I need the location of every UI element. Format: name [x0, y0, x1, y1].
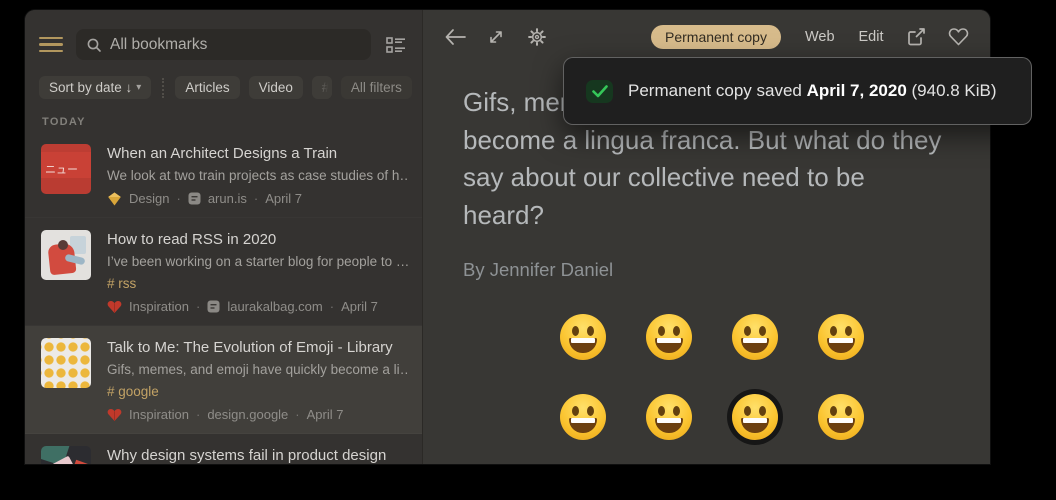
bookmark-item-train[interactable]: ニュー When an Architect Designs a Train We…	[25, 132, 422, 218]
permanent-copy-button[interactable]: Permanent copy	[651, 25, 781, 49]
bookmark-date: April 7	[307, 407, 344, 422]
filter-divider	[162, 78, 164, 98]
site-name: design.google	[207, 407, 288, 422]
bookmark-item-emoji-selected[interactable]: Talk to Me: The Evolution of Emoji - Lib…	[25, 326, 422, 434]
search-input[interactable]	[110, 36, 361, 54]
filter-chip-articles[interactable]: Articles	[175, 76, 239, 99]
filter-chip-no-tags[interactable]: # No tags	[312, 76, 332, 99]
emoji-grinning-face	[732, 314, 778, 360]
bookmark-meta: Inspiration · design.google · April 7	[107, 407, 408, 422]
emoji-grinning-face-dark	[732, 394, 778, 440]
page-icon	[188, 192, 201, 205]
article-byline: By Jennifer Daniel	[463, 259, 950, 281]
hamburger-menu-icon[interactable]	[39, 33, 63, 57]
sort-label: Sort by date ↓	[49, 80, 132, 95]
open-external-icon[interactable]	[904, 25, 928, 49]
bookmark-meta: Design · arun.is · April 7	[107, 191, 408, 206]
sidebar: Sort by date ↓ ▾ Articles Video # No tag…	[25, 10, 423, 464]
bookmark-title: Why design systems fail in product desig…	[107, 447, 408, 464]
bookmark-thumbnail	[41, 446, 91, 464]
toast-notification: Permanent copy saved April 7, 2020 (940.…	[563, 57, 1032, 125]
bookmark-description: I’ve been working on a starter blog for …	[107, 254, 408, 269]
bookmark-title: When an Architect Designs a Train	[107, 145, 408, 162]
sidebar-topbar	[25, 10, 422, 72]
bookmark-thumbnail	[41, 338, 91, 388]
bookmark-tag[interactable]: # google	[107, 384, 408, 399]
settings-gear-icon[interactable]	[525, 25, 549, 49]
bookmark-date: April 7	[341, 299, 378, 314]
filter-chip-video[interactable]: Video	[249, 76, 303, 99]
toast-message: Permanent copy saved April 7, 2020 (940.…	[628, 81, 997, 101]
toast-date: April 7, 2020	[807, 81, 907, 100]
article-toolbar: Permanent copy Web Edit	[423, 10, 990, 63]
search-icon	[86, 37, 102, 53]
collection-heart-icon	[107, 300, 122, 314]
emoji-grinning-face	[818, 394, 864, 440]
collection-name: Inspiration	[129, 299, 189, 314]
collection-name: Inspiration	[129, 407, 189, 422]
list-view-toggle-icon[interactable]	[384, 33, 408, 57]
bookmark-thumbnail: ニュー	[41, 144, 91, 194]
all-filters-button[interactable]: All filters	[341, 76, 412, 99]
emoji-grinning-face	[646, 314, 692, 360]
section-label-today: TODAY	[25, 101, 422, 132]
thumbnail-text: ニュー	[45, 161, 78, 177]
expand-icon[interactable]	[484, 25, 508, 49]
emoji-grinning-face	[818, 314, 864, 360]
edit-button[interactable]: Edit	[859, 29, 884, 45]
bookmark-tag[interactable]: # rss	[107, 276, 408, 291]
page-icon	[207, 300, 220, 313]
search-box[interactable]	[76, 29, 371, 60]
filter-bar: Sort by date ↓ ▾ Articles Video # No tag…	[25, 72, 422, 101]
success-check-icon	[586, 80, 613, 103]
collection-name: Design	[129, 191, 169, 206]
emoji-grinning-face	[560, 394, 606, 440]
emoji-image-grid	[560, 314, 864, 440]
site-name: laurakalbag.com	[227, 299, 322, 314]
web-button[interactable]: Web	[805, 29, 835, 45]
bookmark-thumbnail	[41, 230, 91, 280]
bookmark-date: April 7	[265, 191, 302, 206]
chevron-down-icon: ▾	[136, 82, 141, 93]
bookmark-item-rss[interactable]: How to read RSS in 2020 I’ve been workin…	[25, 218, 422, 326]
collection-diamond-icon	[107, 192, 122, 206]
bookmark-title: Talk to Me: The Evolution of Emoji - Lib…	[107, 339, 408, 356]
favorite-heart-icon[interactable]	[946, 25, 970, 49]
emoji-grinning-face	[560, 314, 606, 360]
bookmark-item-design-systems[interactable]: Why design systems fail in product desig…	[25, 434, 422, 464]
toast-size: (940.8 KiB)	[907, 81, 997, 100]
back-icon[interactable]	[443, 25, 467, 49]
bookmark-description: Gifs, memes, and emoji have quickly beco…	[107, 362, 408, 377]
bookmark-meta: Inspiration · laurakalbag.com · April 7	[107, 299, 408, 314]
bookmark-title: How to read RSS in 2020	[107, 231, 408, 248]
emoji-grinning-face	[646, 394, 692, 440]
sort-by-date-button[interactable]: Sort by date ↓ ▾	[39, 76, 151, 99]
bookmark-description: We look at two train projects as case st…	[107, 168, 408, 183]
site-name: arun.is	[208, 191, 247, 206]
collection-heart-icon	[107, 408, 122, 422]
bookmark-list: ニュー When an Architect Designs a Train We…	[25, 132, 422, 464]
